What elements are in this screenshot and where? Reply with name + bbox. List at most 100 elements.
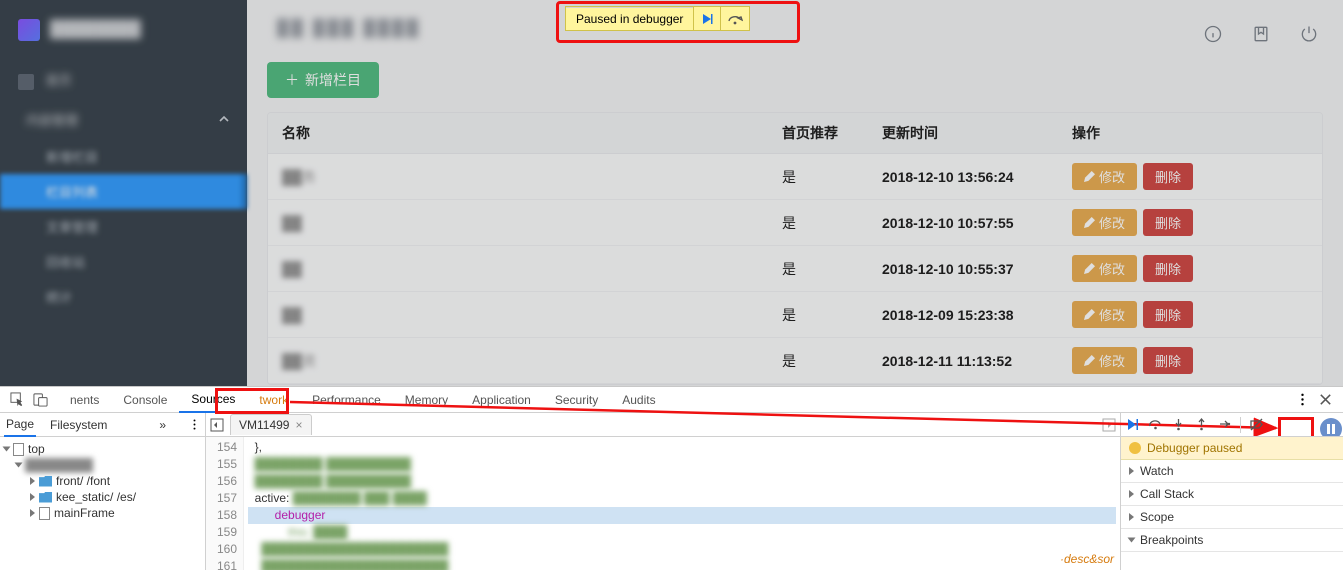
cell-name: ██: [282, 307, 302, 323]
section-scope[interactable]: Scope: [1121, 506, 1343, 529]
code-editor[interactable]: 154155156157158159160161 }, ████████ ███…: [206, 437, 1120, 570]
file-next-icon[interactable]: [1102, 418, 1116, 432]
cell-rec: 是: [768, 338, 868, 384]
file-tab-bar: VM11499 ×: [206, 413, 1120, 437]
sidebar-sub-4[interactable]: 统计: [0, 279, 247, 314]
sidebar: ████████ 首页 内容管理 新增栏目 栏目列表 文章管理 回收站 统计: [0, 0, 247, 386]
table-header-row: 名称 首页推荐 更新时间 操作: [268, 113, 1322, 154]
tab-application[interactable]: Application: [460, 388, 543, 412]
tree-root[interactable]: top: [4, 441, 201, 457]
cell-time: 2018-12-10 10:57:55: [868, 200, 1058, 246]
kebab-icon[interactable]: [1295, 392, 1310, 407]
sidebar-item-home[interactable]: 首页: [0, 60, 247, 100]
app-title: ████████: [50, 21, 141, 39]
home-icon: [18, 74, 34, 90]
step-into-icon[interactable]: [1171, 417, 1186, 432]
info-icon[interactable]: [1203, 24, 1223, 44]
th-action: 操作: [1058, 113, 1322, 154]
cell-time: 2018-12-10 13:56:24: [868, 154, 1058, 200]
sidebar-sub-3[interactable]: 回收站: [0, 244, 247, 279]
bookmark-icon[interactable]: [1251, 24, 1271, 44]
edit-button[interactable]: 修改: [1072, 301, 1137, 328]
devtools: nents Console Sources twork Performance …: [0, 386, 1343, 570]
main-content: ██ ███ ████ ＋ 新增栏目 名称 首页推荐 更新时间 操作 ██务是2…: [247, 0, 1343, 386]
nav-kebab-icon[interactable]: [188, 418, 201, 431]
devtools-tabs: nents Console Sources twork Performance …: [0, 387, 1343, 413]
delete-button[interactable]: 删除: [1143, 163, 1193, 190]
step-icon[interactable]: [1217, 417, 1232, 432]
tab-performance[interactable]: Performance: [300, 388, 393, 412]
section-callstack[interactable]: Call Stack: [1121, 483, 1343, 506]
debugger-banner-text: Paused in debugger: [566, 8, 693, 30]
sidebar-sub-0[interactable]: 新增栏目: [0, 139, 247, 174]
edit-button[interactable]: 修改: [1072, 347, 1137, 374]
logo-icon: [18, 19, 40, 41]
edit-button[interactable]: 修改: [1072, 255, 1137, 282]
window-icon: [13, 443, 24, 456]
folder-icon: [39, 476, 52, 487]
step-over-icon[interactable]: [1148, 417, 1163, 432]
device-icon[interactable]: [33, 392, 48, 407]
nav-tab-filesystem[interactable]: Filesystem: [48, 414, 109, 436]
debugger-toolbar: [1121, 413, 1343, 437]
edit-button[interactable]: 修改: [1072, 209, 1137, 236]
cell-rec: 是: [768, 200, 868, 246]
step-over-button[interactable]: [720, 7, 749, 30]
tab-console[interactable]: Console: [111, 388, 179, 412]
tree-domain[interactable]: ████████: [4, 457, 201, 473]
breadcrumb: ██ ███ ████: [247, 0, 1343, 48]
folder-icon: [39, 492, 52, 503]
tab-memory[interactable]: Memory: [393, 388, 460, 412]
cell-name: ██: [282, 215, 302, 231]
tail-annotation: ·desc&sor: [1060, 551, 1114, 568]
navigator-tabs: Page Filesystem »: [0, 413, 205, 437]
delete-button[interactable]: 删除: [1143, 347, 1193, 374]
power-icon[interactable]: [1299, 24, 1319, 44]
inspect-icon[interactable]: [10, 392, 25, 407]
data-table: 名称 首页推荐 更新时间 操作 ██务是2018-12-10 13:56:24修…: [267, 112, 1323, 385]
file-tree[interactable]: top ████████ front/ /font kee_static/ /e…: [0, 437, 205, 525]
section-watch[interactable]: Watch: [1121, 460, 1343, 483]
cell-time: 2018-12-09 15:23:38: [868, 292, 1058, 338]
header-actions: [1203, 24, 1319, 44]
cell-rec: 是: [768, 292, 868, 338]
tab-network[interactable]: twork: [247, 388, 300, 412]
resume-button[interactable]: [693, 7, 720, 30]
delete-button[interactable]: 删除: [1143, 301, 1193, 328]
tree-item-2[interactable]: mainFrame: [4, 505, 201, 521]
delete-button[interactable]: 删除: [1143, 209, 1193, 236]
resume-script-icon[interactable]: [1125, 417, 1140, 432]
deactivate-breakpoints-icon[interactable]: [1249, 417, 1264, 432]
delete-button[interactable]: 删除: [1143, 255, 1193, 282]
nav-overflow-icon[interactable]: »: [157, 414, 168, 436]
th-name: 名称: [268, 113, 768, 154]
table-row: ██ 是2018-12-09 15:23:38 修改删除: [268, 292, 1322, 338]
cell-time: 2018-12-11 11:13:52: [868, 338, 1058, 384]
navigator-pane: Page Filesystem » top ████████ front/ /f…: [0, 413, 206, 570]
step-over-icon: [727, 12, 743, 26]
sidebar-sub-2[interactable]: 文章管理: [0, 209, 247, 244]
sidebar-sub-1[interactable]: 栏目列表: [0, 174, 247, 209]
tab-elements[interactable]: nents: [58, 388, 111, 412]
sidebar-group-content[interactable]: 内容管理: [0, 100, 247, 139]
tree-item-0[interactable]: front/ /font: [4, 473, 201, 489]
tab-audits[interactable]: Audits: [610, 388, 667, 412]
cell-name: ██务: [282, 169, 316, 185]
section-breakpoints[interactable]: Breakpoints: [1121, 529, 1343, 552]
file-nav-icon[interactable]: [210, 418, 224, 432]
debugger-banner: Paused in debugger: [565, 6, 750, 31]
tab-security[interactable]: Security: [543, 388, 610, 412]
nav-tab-page[interactable]: Page: [4, 413, 36, 437]
tree-item-1[interactable]: kee_static/ /es/: [4, 489, 201, 505]
edit-button[interactable]: 修改: [1072, 163, 1137, 190]
frame-icon: [39, 507, 50, 520]
add-button[interactable]: ＋ 新增栏目: [267, 62, 379, 98]
plus-icon: ＋: [285, 70, 299, 90]
close-devtools-icon[interactable]: [1318, 392, 1333, 407]
close-tab-icon[interactable]: ×: [295, 418, 302, 432]
resume-icon: [700, 12, 714, 26]
cell-rec: 是: [768, 154, 868, 200]
tab-sources[interactable]: Sources: [179, 387, 247, 413]
file-tab[interactable]: VM11499 ×: [230, 414, 312, 435]
step-out-icon[interactable]: [1194, 417, 1209, 432]
